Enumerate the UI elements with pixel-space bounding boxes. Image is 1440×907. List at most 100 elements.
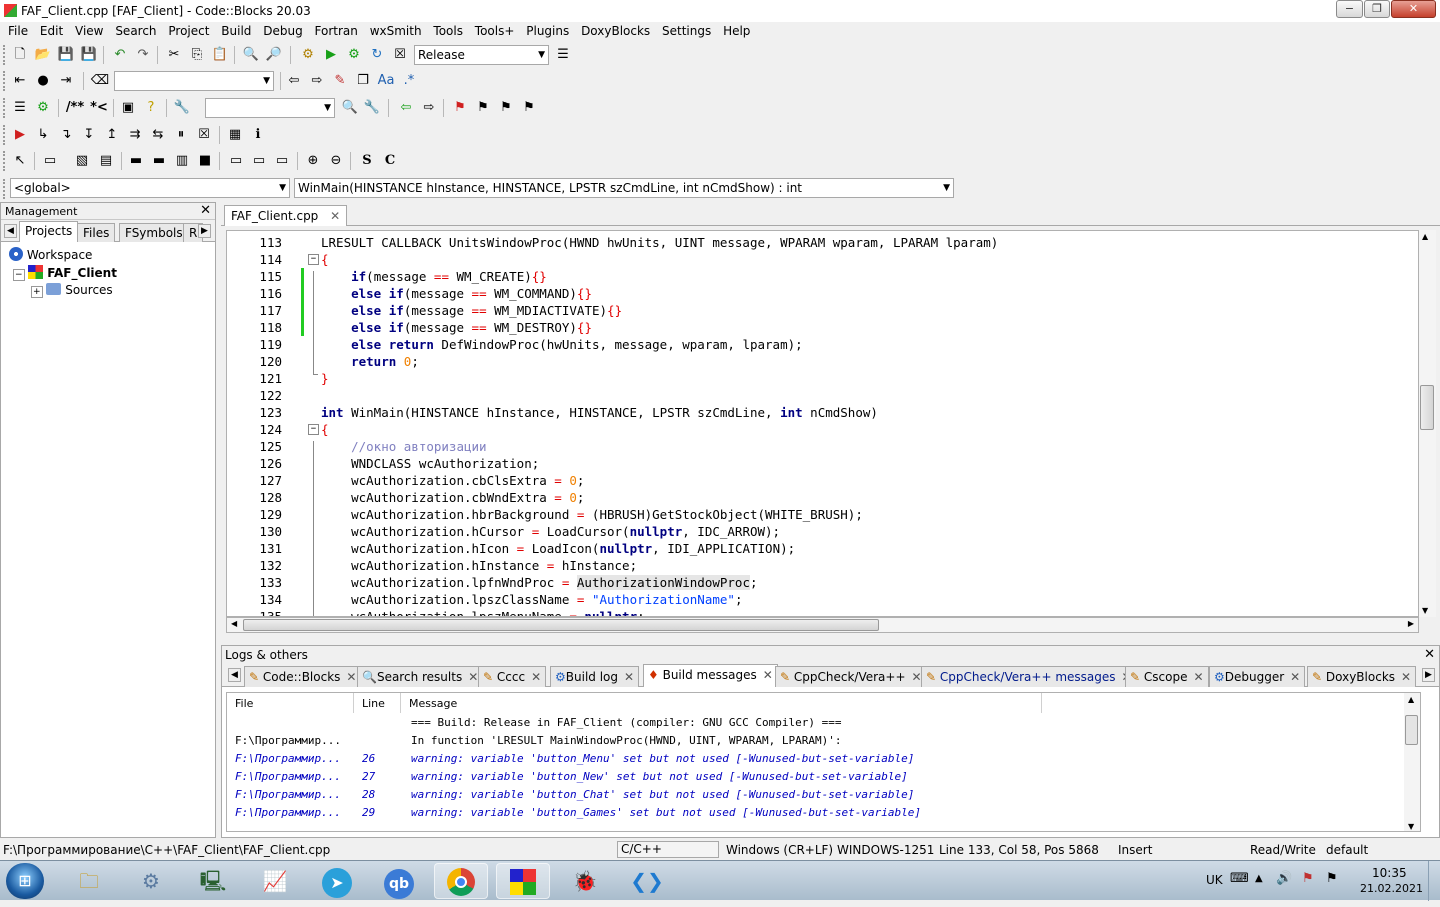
code-line[interactable]: 120 return 0; <box>227 353 1418 370</box>
code-line[interactable]: 129 wcAuthorization.hbrBackground = (HBR… <box>227 506 1418 523</box>
jump-back-icon[interactable]: ⇤ <box>10 71 30 91</box>
close-tab-icon[interactable]: ✕ <box>1401 670 1411 684</box>
vscode-icon[interactable]: ❮❯ <box>620 863 674 899</box>
column-file[interactable]: File <box>227 693 354 713</box>
build-target-select[interactable]: Release ▼ <box>414 45 549 65</box>
codeblocks-icon[interactable] <box>496 863 550 899</box>
step-into-icon[interactable]: ↧ <box>79 125 99 145</box>
code-line[interactable]: 117 else if(message == WM_MDIACTIVATE){} <box>227 302 1418 319</box>
code-editor[interactable]: 113 LRESULT CALLBACK UnitsWindowProc(HWND… <box>226 230 1419 617</box>
tab-projects[interactable]: Projects <box>19 221 79 242</box>
volume-icon[interactable]: 🔊 <box>1276 871 1292 886</box>
redo-icon[interactable]: ↷ <box>133 45 153 65</box>
log-row[interactable]: F:\Программир... 27 warning: variable 'but… <box>227 768 1420 786</box>
paste-icon[interactable]: 📋 <box>210 45 230 65</box>
menu-search[interactable]: Search <box>115 22 156 40</box>
settings-icon[interactable]: 🔧 <box>362 98 382 118</box>
s-icon[interactable]: S <box>357 151 377 171</box>
rebuild-icon[interactable]: ↻ <box>367 45 387 65</box>
next-line-icon[interactable]: ↴ <box>56 125 76 145</box>
menu-help[interactable]: Help <box>723 22 750 40</box>
code-line[interactable]: 123 int WinMain(HINSTANCE hInstance, HINS… <box>227 404 1418 421</box>
code-line[interactable]: 133 wcAuthorization.lpfnWndProc = Author… <box>227 574 1418 591</box>
terminal-icon[interactable]: 🖳 <box>186 863 240 899</box>
new-file-icon[interactable]: 🗋 <box>10 45 30 65</box>
abort-icon[interactable]: ☒ <box>390 45 410 65</box>
tools-wrench-icon[interactable]: 🔧 <box>172 98 192 118</box>
target-dialog-icon[interactable]: ☰ <box>553 45 573 65</box>
clock-date[interactable]: 21.02.2021 <box>1360 882 1423 895</box>
bookmark-flag-icon[interactable]: ⚑ <box>450 98 470 118</box>
scope-select[interactable]: <global> ▼ <box>10 178 290 198</box>
scroll-thumb[interactable] <box>1420 385 1434 430</box>
menu-edit[interactable]: Edit <box>40 22 63 40</box>
highlight-icon[interactable]: ✎ <box>330 71 350 91</box>
save-icon[interactable]: 💾 <box>56 45 76 65</box>
stop-icon[interactable]: ☒ <box>194 125 214 145</box>
function-select[interactable]: WinMain(HINSTANCE hInstance, HINSTANCE, … <box>294 178 954 198</box>
hscroll-thumb[interactable] <box>243 619 879 631</box>
next-bookmark-icon[interactable]: ⚑ <box>496 98 516 118</box>
tab-cscope[interactable]: ✎ Cscope ✕ <box>1125 666 1209 687</box>
menu-build[interactable]: Build <box>221 22 251 40</box>
tree-project[interactable]: − FAF_Client <box>13 265 117 281</box>
code-line[interactable]: 121} <box>227 370 1418 387</box>
menu-plugins[interactable]: Plugins <box>526 22 569 40</box>
code-line[interactable]: 115 if(message == WM_CREATE){} <box>227 268 1418 285</box>
close-tab-icon[interactable]: ✕ <box>1290 670 1300 684</box>
next-instruction-icon[interactable]: ⇉ <box>125 125 145 145</box>
close-button[interactable]: ✕ <box>1391 0 1436 18</box>
start-button[interactable]: ⊞ <box>6 863 44 899</box>
doxywizard-icon[interactable]: ▣ <box>118 98 138 118</box>
debug-windows-icon[interactable]: ▦ <box>225 125 245 145</box>
code-line[interactable]: 131 wcAuthorization.hIcon = LoadIcon(nul… <box>227 540 1418 557</box>
selection-only-icon[interactable]: ❐ <box>353 71 373 91</box>
image-widget-icon[interactable]: ▧ <box>72 151 92 171</box>
menu-project[interactable]: Project <box>168 22 209 40</box>
explorer-icon[interactable]: 🗀 <box>62 863 116 899</box>
tab-scroll-right-icon[interactable]: ▶ <box>198 224 211 238</box>
frame3-icon[interactable]: ▭ <box>272 151 292 171</box>
action-center-icon[interactable]: ⚑ <box>1326 871 1338 886</box>
step-out-icon[interactable]: ↥ <box>102 125 122 145</box>
tab-build-messages[interactable]: ♦ Build messages ✕ <box>643 664 778 687</box>
menu-debug[interactable]: Debug <box>263 22 302 40</box>
menu-view[interactable]: View <box>75 22 103 40</box>
network-icon[interactable]: ⚑ <box>1302 871 1314 886</box>
undo-icon[interactable]: ↶ <box>110 45 130 65</box>
back-arrow-icon[interactable]: ⇦ <box>396 98 416 118</box>
fold-toggle-icon[interactable]: − <box>308 424 319 435</box>
pointer-icon[interactable]: ↖ <box>10 151 30 171</box>
log-row[interactable]: === Build: Release in FAF_Client (compil… <box>227 714 1420 732</box>
settings-gear-icon[interactable]: ⚙ <box>124 863 178 899</box>
c-icon[interactable]: C <box>380 151 400 171</box>
chart-app-icon[interactable]: 📈 <box>248 863 302 899</box>
search-symbol-icon[interactable]: 🔍 <box>340 98 360 118</box>
column-line[interactable]: Line <box>354 693 401 713</box>
code-line[interactable]: 113 LRESULT CALLBACK UnitsWindowProc(HWND… <box>227 234 1418 251</box>
rect-widget-icon[interactable]: ▭ <box>40 151 60 171</box>
logs-vertical-scrollbar[interactable]: ▲ ▼ <box>1404 693 1420 831</box>
run-to-cursor-icon[interactable]: ↳ <box>33 125 53 145</box>
clock-time[interactable]: 10:35 <box>1372 866 1407 880</box>
tab-fsymbols[interactable]: FSymbols <box>119 223 189 242</box>
regex-icon[interactable]: .* <box>399 71 419 91</box>
tab-debugger[interactable]: ⚙Debugger ✕ <box>1209 666 1306 687</box>
tab-faf-client-cpp[interactable]: FAF_Client.cpp ✕ <box>224 205 348 226</box>
expand-icon[interactable]: + <box>31 286 43 298</box>
tree-sources[interactable]: + Sources <box>31 283 113 298</box>
tree-workspace[interactable]: Workspace <box>9 247 92 262</box>
jump-forward-icon[interactable]: ⇥ <box>56 71 76 91</box>
copy-icon[interactable]: ⎘ <box>187 45 207 65</box>
code-line[interactable]: 118 else if(message == WM_DESTROY){} <box>227 319 1418 336</box>
code-line[interactable]: 122 <box>227 387 1418 404</box>
code-line[interactable]: 130 wcAuthorization.hCursor = LoadCursor… <box>227 523 1418 540</box>
pause-icon[interactable]: ⏸ <box>171 125 191 145</box>
log-row[interactable]: F:\Программир... In function 'LRESULT Mai… <box>227 732 1420 750</box>
editor-vertical-scrollbar[interactable]: ▲ ▼ <box>1419 230 1436 617</box>
sizer4-icon[interactable]: ■ <box>195 151 215 171</box>
menu-wxsmith[interactable]: wxSmith <box>370 22 422 40</box>
sizer2-icon[interactable]: ▬ <box>149 151 169 171</box>
close-tab-icon[interactable]: ✕ <box>531 670 541 684</box>
code-line[interactable]: 116 else if(message == WM_COMMAND){} <box>227 285 1418 302</box>
